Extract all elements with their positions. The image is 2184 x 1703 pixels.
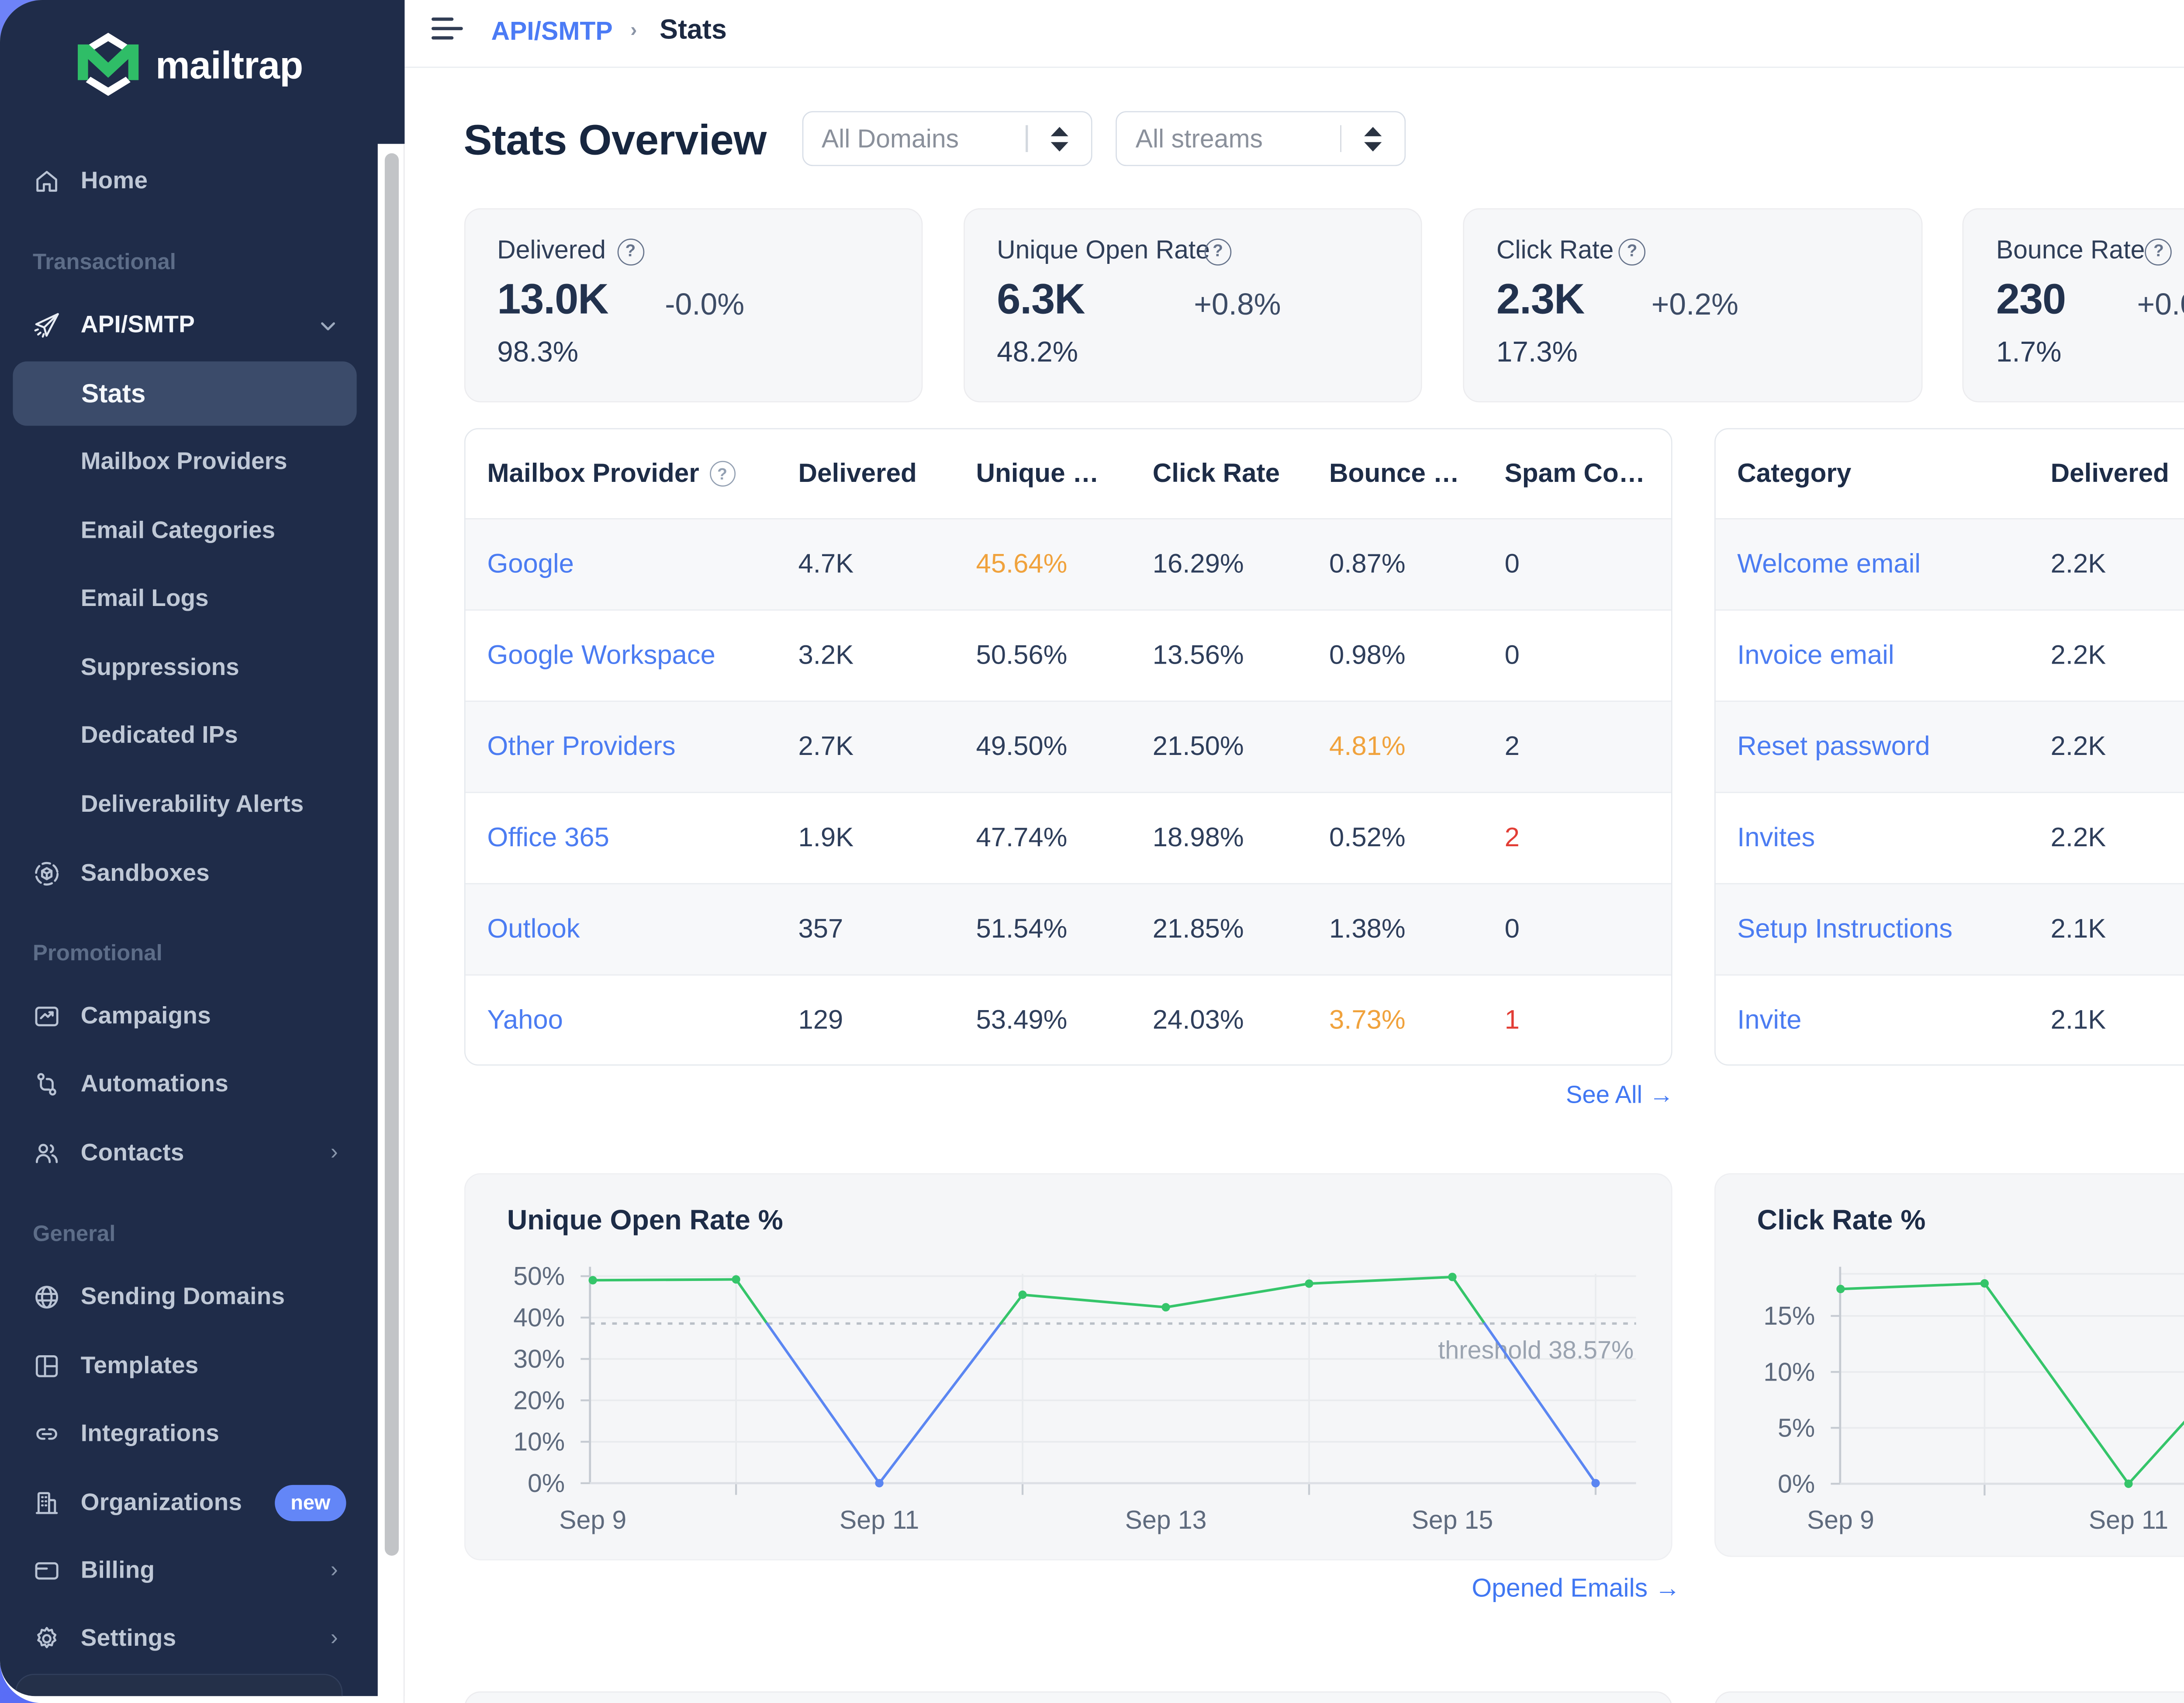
- svg-text:20%: 20%: [513, 1386, 564, 1415]
- svg-text:Sep 9: Sep 9: [559, 1506, 626, 1534]
- svg-text:10%: 10%: [513, 1428, 564, 1456]
- svg-text:Sep 11: Sep 11: [2088, 1506, 2168, 1534]
- svg-text:0%: 0%: [527, 1469, 564, 1498]
- svg-text:40%: 40%: [513, 1304, 564, 1332]
- svg-text:5%: 5%: [1777, 1414, 1814, 1442]
- svg-text:50%: 50%: [513, 1262, 564, 1291]
- svg-text:0%: 0%: [1777, 1470, 1814, 1498]
- svg-text:Sep 9: Sep 9: [1807, 1506, 1874, 1534]
- svg-text:Sep 13: Sep 13: [1125, 1506, 1206, 1534]
- svg-text:10%: 10%: [1763, 1358, 1814, 1386]
- svg-text:threshold 38.57%: threshold 38.57%: [1438, 1336, 1633, 1364]
- svg-text:15%: 15%: [1763, 1302, 1814, 1330]
- svg-text:Sep 15: Sep 15: [1411, 1506, 1493, 1534]
- svg-text:Sep 11: Sep 11: [839, 1506, 919, 1534]
- svg-text:30%: 30%: [513, 1345, 564, 1374]
